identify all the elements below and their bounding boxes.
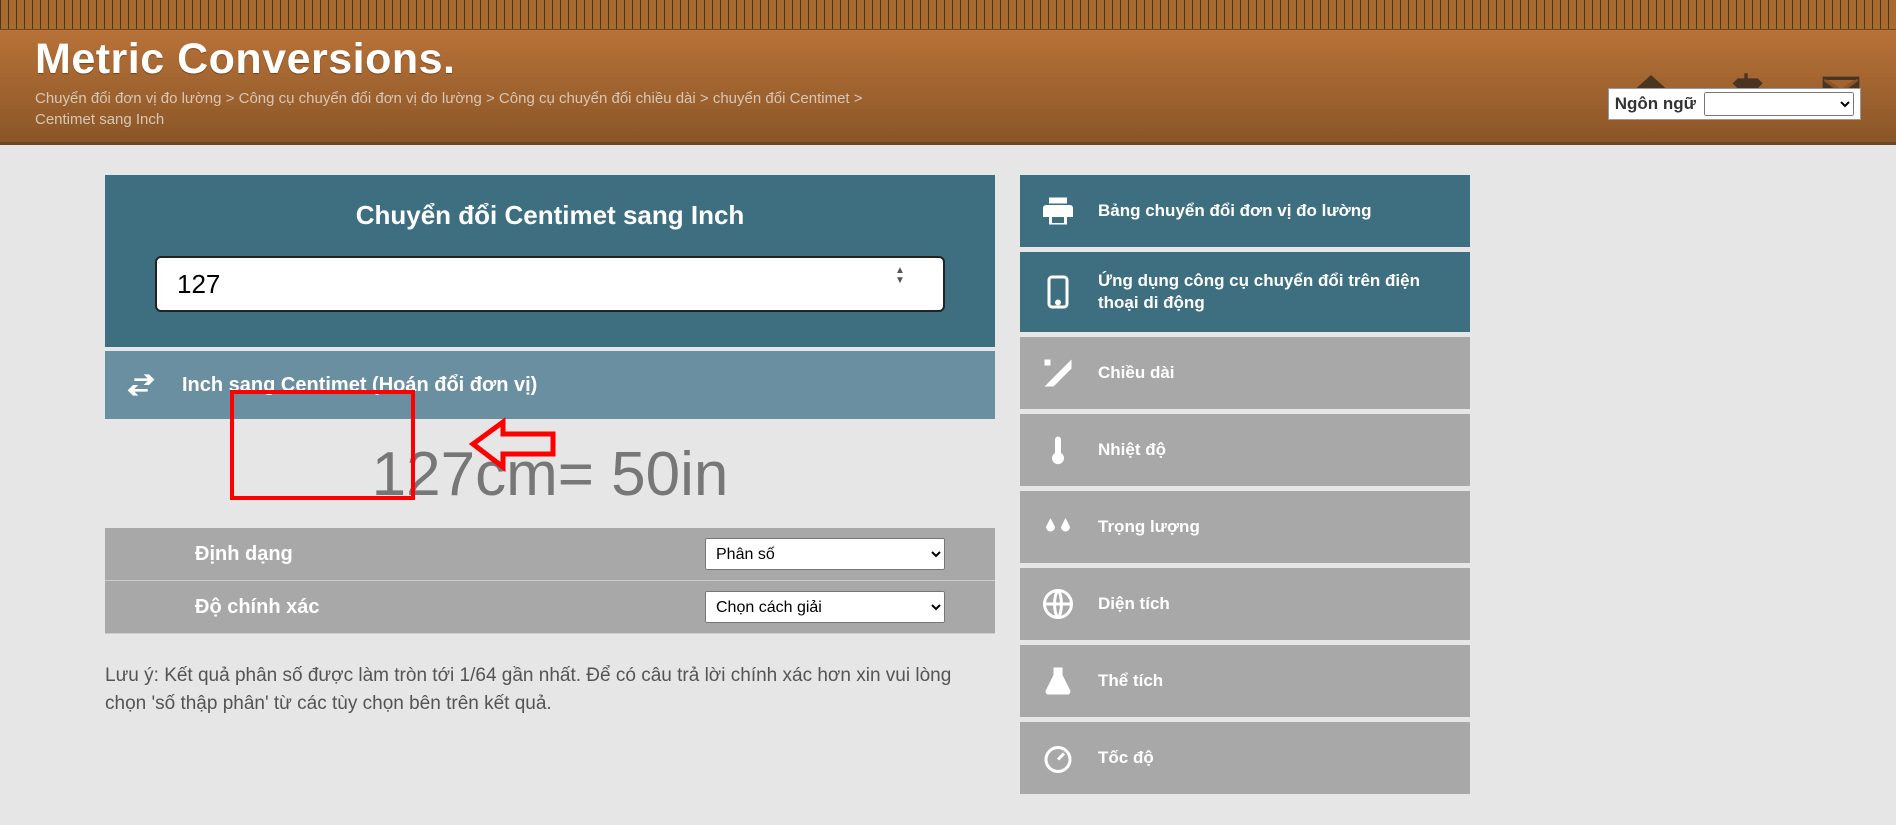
swap-units-button[interactable]: Inch sang Centimet (Hoán đổi đơn vị)	[105, 351, 995, 419]
format-row: Định dạng Phân số	[105, 528, 995, 581]
ruler-icon	[1040, 355, 1076, 391]
sidebar-item-speed[interactable]: Tốc độ	[1020, 722, 1470, 794]
breadcrumb-length[interactable]: Công cụ chuyển đổi chiều dài	[499, 90, 696, 107]
site-header: Metric Conversions. Chuyển đổi đơn vị đo…	[0, 30, 1896, 145]
sidebar-item-mobile[interactable]: Ứng dụng công cụ chuyển đổi trên điện th…	[1020, 252, 1470, 332]
sidebar-item-label: Trọng lượng	[1098, 516, 1200, 538]
gauge-icon	[1040, 740, 1076, 776]
format-select[interactable]: Phân số	[705, 538, 945, 570]
precision-select[interactable]: Chọn cách giải	[705, 591, 945, 623]
format-label: Định dạng	[195, 543, 705, 566]
spinner-down-icon[interactable]: ▼	[893, 276, 907, 286]
conversion-result: 127cm= 50in	[105, 419, 995, 528]
breadcrumb-home[interactable]: Chuyển đổi đơn vị đo lường	[35, 90, 222, 107]
sidebar-item-label: Nhiệt độ	[1098, 439, 1166, 461]
input-spinner[interactable]: ▲ ▼	[893, 266, 907, 286]
sidebar-item-label: Chiều dài	[1098, 362, 1175, 384]
breadcrumb: Chuyển đổi đơn vị đo lường > Công cụ chu…	[35, 88, 895, 130]
sidebar-item-label: Tốc độ	[1098, 747, 1154, 769]
sidebar-item-temperature[interactable]: Nhiệt độ	[1020, 414, 1470, 486]
sidebar-item-label: Bảng chuyển đổi đơn vị đo lường	[1098, 200, 1372, 222]
sidebar: Bảng chuyển đổi đơn vị đo lường Ứng dụng…	[1020, 175, 1470, 799]
sidebar-item-tables[interactable]: Bảng chuyển đổi đơn vị đo lường	[1020, 175, 1470, 247]
sidebar-item-label: Thể tích	[1098, 670, 1163, 692]
language-label: Ngôn ngữ	[1615, 94, 1696, 114]
sidebar-item-length[interactable]: Chiều dài	[1020, 337, 1470, 409]
swap-icon	[125, 369, 157, 401]
scale-icon	[1040, 509, 1076, 545]
sidebar-item-label: Diện tích	[1098, 593, 1170, 615]
flask-icon	[1040, 663, 1076, 699]
printer-icon	[1040, 193, 1076, 229]
breadcrumb-current: Centimet sang Inch	[35, 111, 164, 128]
site-logo-text[interactable]: Metric Conversions.	[35, 35, 1601, 84]
sidebar-item-label: Ứng dụng công cụ chuyển đổi trên điện th…	[1098, 270, 1450, 314]
ruler-decoration	[0, 0, 1896, 30]
sidebar-item-volume[interactable]: Thể tích	[1020, 645, 1470, 717]
note-text: Lưu ý: Kết quả phân số được làm tròn tới…	[105, 662, 995, 717]
breadcrumb-cm[interactable]: chuyển đổi Centimet	[713, 90, 850, 107]
precision-row: Độ chính xác Chọn cách giải	[105, 581, 995, 634]
conversion-input[interactable]	[155, 256, 945, 312]
swap-label: Inch sang Centimet (Hoán đổi đơn vị)	[182, 374, 537, 397]
phone-icon	[1040, 274, 1076, 310]
breadcrumb-tools[interactable]: Công cụ chuyển đổi đơn vị đo lường	[239, 90, 482, 107]
converter-panel: Chuyển đổi Centimet sang Inch ▲ ▼	[105, 175, 995, 347]
sidebar-item-area[interactable]: Diện tích	[1020, 568, 1470, 640]
precision-label: Độ chính xác	[195, 596, 705, 619]
language-dropdown[interactable]	[1704, 92, 1854, 116]
thermometer-icon	[1040, 432, 1076, 468]
globe-icon	[1040, 586, 1076, 622]
converter-title: Chuyển đổi Centimet sang Inch	[135, 200, 965, 231]
sidebar-item-weight[interactable]: Trọng lượng	[1020, 491, 1470, 563]
language-selector[interactable]: Ngôn ngữ	[1608, 88, 1861, 120]
